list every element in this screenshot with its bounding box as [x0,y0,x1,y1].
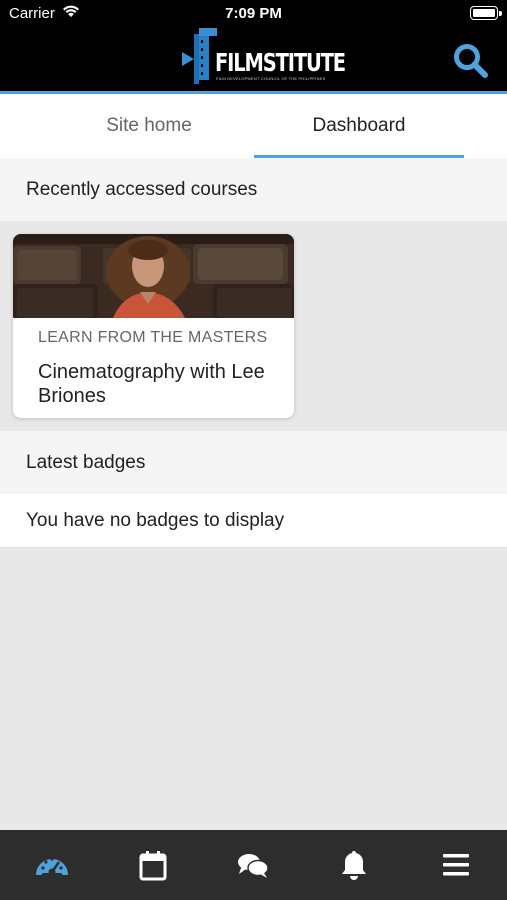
tab-bar: Site home Dashboard [0,94,507,158]
top-bar: Carrier 7:09 PM FILMSTITUTE FILM DEVELOP… [0,0,507,91]
filmstitute-logo: FILMSTITUTE FILM DEVELOPMENT COUNCIL OF … [180,26,346,86]
notifications-icon[interactable] [337,848,371,882]
messages-icon[interactable] [236,848,270,882]
course-card[interactable]: LEARN FROM THE MASTERS Cinematography wi… [13,234,294,418]
dashboard-icon[interactable] [35,848,69,882]
battery-icon [470,6,502,20]
status-time: 7:09 PM [225,5,282,22]
tab-site-home[interactable]: Site home [44,94,254,158]
menu-icon[interactable] [439,848,473,882]
logo-subtitle: FILM DEVELOPMENT COUNCIL OF THE PHILIPPI… [216,76,326,81]
logo-text: FILMSTITUTE [215,48,346,77]
recent-courses-header: Recently accessed courses [0,158,507,221]
course-image [13,234,294,318]
recent-courses-area: LEARN FROM THE MASTERS Cinematography wi… [0,221,507,431]
search-icon[interactable] [452,42,490,80]
bottom-navigation [0,830,507,900]
tab-dashboard[interactable]: Dashboard [254,94,464,158]
course-name[interactable]: Cinematography with Lee Briones [38,360,288,408]
calendar-icon[interactable] [136,848,170,882]
latest-badges-header: Latest badges [0,431,507,494]
course-category: LEARN FROM THE MASTERS [38,329,268,346]
no-badges-message: You have no badges to display [0,494,507,548]
